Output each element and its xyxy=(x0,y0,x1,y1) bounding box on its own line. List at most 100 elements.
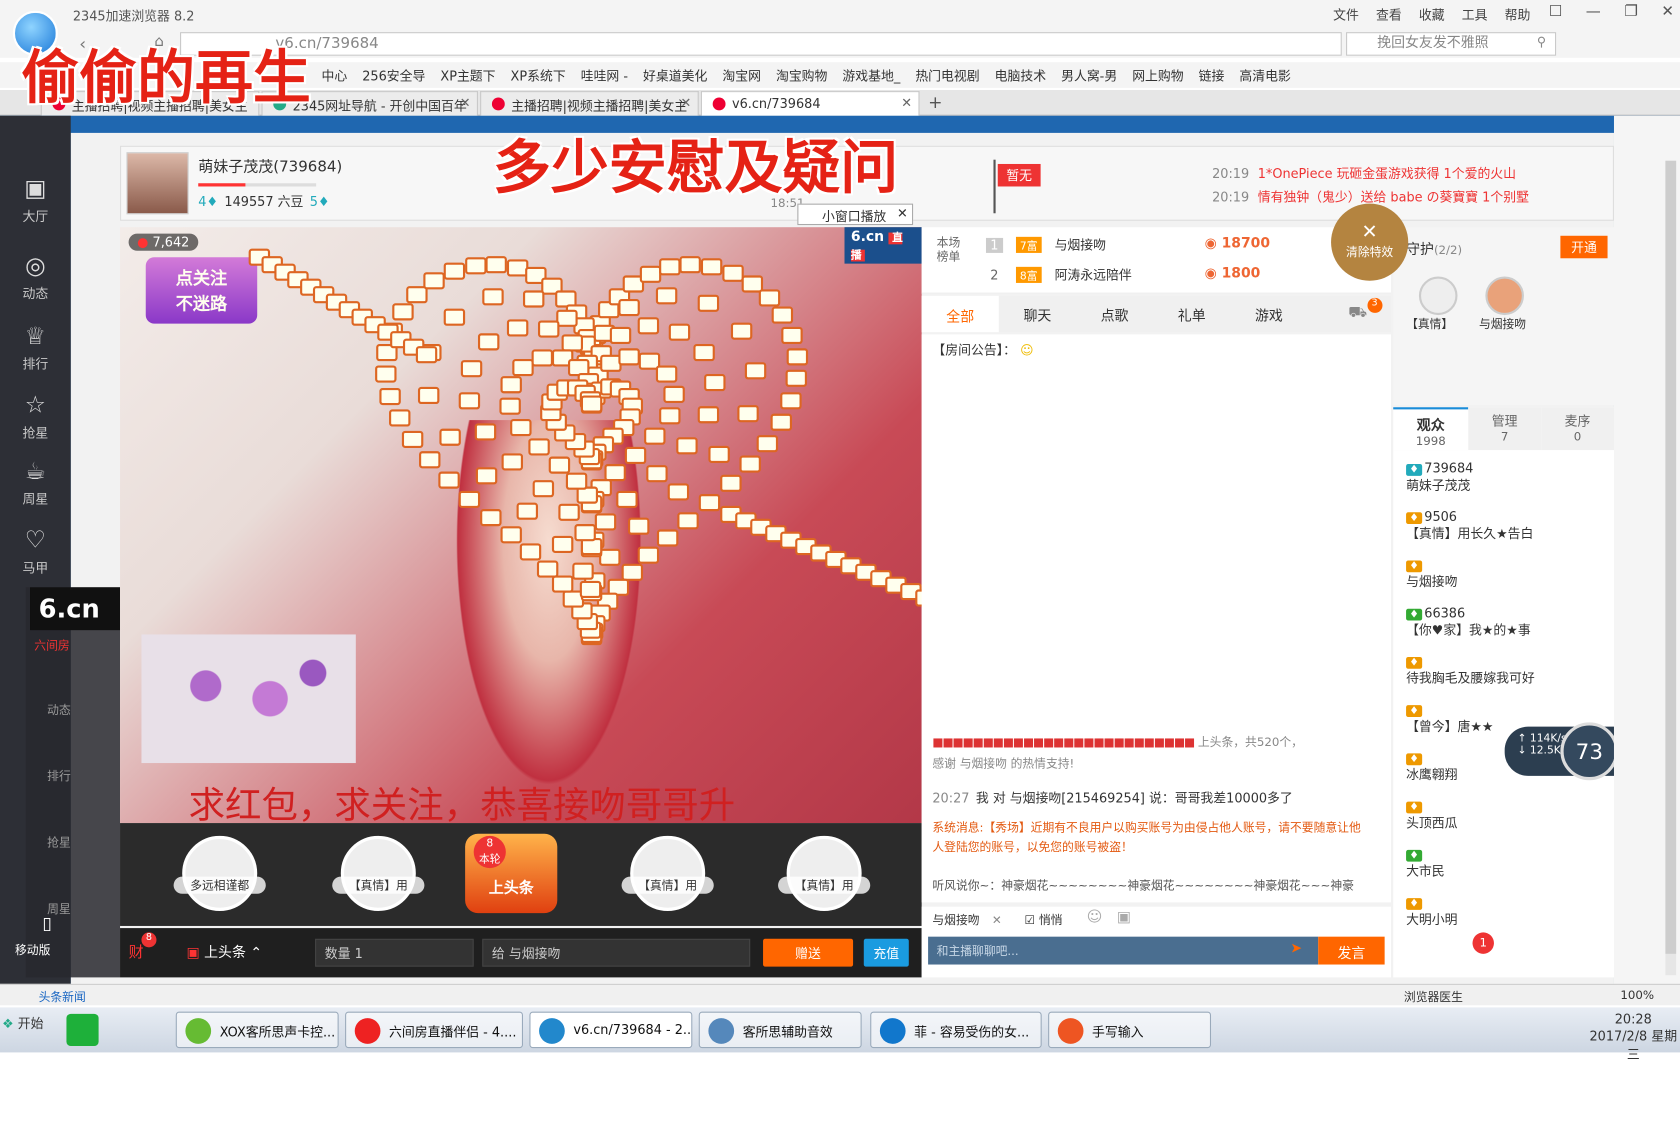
quantity-field[interactable]: 数量 1 xyxy=(315,938,474,967)
mini-nav-item[interactable]: 排行 xyxy=(47,767,71,784)
clear-effects-button[interactable]: ✕ 清除特效 xyxy=(1331,203,1409,281)
nav-rank[interactable]: ♕ 排行 xyxy=(0,324,71,373)
tab-gifts[interactable]: 礼单 xyxy=(1153,304,1230,324)
bookmark-item[interactable]: 网上购物 xyxy=(1132,66,1183,84)
gift-select[interactable]: ▣ 上头条 ⌃ xyxy=(186,941,262,961)
clock[interactable]: 20:28 2017/2/8 星期三 xyxy=(1586,1012,1680,1063)
anchor-avatar[interactable] xyxy=(126,152,189,215)
task-4[interactable]: 客所思辅助音效 xyxy=(698,1011,862,1049)
close-icon[interactable]: ✕ xyxy=(992,913,1002,927)
send-message-button[interactable]: 发言 xyxy=(1318,936,1385,965)
seat-1[interactable] xyxy=(182,835,258,911)
mini-window-button[interactable]: 小窗口播放 ✕ xyxy=(797,203,914,226)
iqiyi-icon[interactable] xyxy=(66,1013,99,1046)
bookmark-item[interactable]: 男人窝-男 xyxy=(1061,66,1117,84)
wallet-icon[interactable]: 财 xyxy=(129,941,144,962)
guard-avatar[interactable] xyxy=(1418,276,1458,316)
mobile-label[interactable]: 移动版 xyxy=(15,941,50,958)
audience-row[interactable]: ♦ 与烟接吻 xyxy=(1406,557,1458,590)
menu-tools[interactable]: 工具 xyxy=(1462,5,1488,23)
doctor-label[interactable]: 浏览器医生 xyxy=(1404,988,1463,1005)
bookmark-item[interactable]: 好桌道美化 xyxy=(643,66,707,84)
audience-row[interactable]: ♦ 大明小明 xyxy=(1406,895,1458,928)
menu-favorites[interactable]: 收藏 xyxy=(1419,5,1445,23)
news-label[interactable]: 头条新闻 xyxy=(39,988,86,1005)
menu-file[interactable]: 文件 xyxy=(1333,5,1359,23)
task-6[interactable]: 手写输入 xyxy=(1048,1011,1212,1049)
mini-nav-item[interactable]: 六间房 xyxy=(34,637,69,654)
nav-weekstar[interactable]: ☕ 周星 xyxy=(0,459,71,508)
url-input[interactable]: v6.cn/739684 xyxy=(180,32,1342,56)
skin-icon[interactable]: ☐ xyxy=(1549,3,1562,20)
bookmark-item[interactable]: 256安全导 xyxy=(362,66,425,84)
recipient-field[interactable]: 给 与烟接吻 xyxy=(482,938,751,967)
nav-vest[interactable]: ♡ 马甲 xyxy=(0,527,71,576)
audience-row[interactable]: ♦ 大市民 xyxy=(1406,847,1445,880)
nav-hall[interactable]: ▣ 大厅 xyxy=(0,176,71,225)
tab-3[interactable]: 主播招聘|视频主播招聘|美女主 ✕ xyxy=(480,91,699,116)
bookmark-item[interactable]: 中心 xyxy=(322,66,348,84)
tab-close-icon[interactable]: ✕ xyxy=(680,95,691,110)
seat-2[interactable] xyxy=(340,835,416,911)
recharge-button[interactable]: 充值 xyxy=(863,938,909,967)
bookmark-item[interactable]: 电脑技术 xyxy=(995,66,1046,84)
emoji-icon[interactable]: ☺ xyxy=(1087,909,1103,926)
audience-row[interactable]: ♦ 66386 【你♥家】我★的★事 xyxy=(1406,606,1531,639)
tab-song[interactable]: 点歌 xyxy=(1076,304,1153,324)
tab-chat[interactable]: 聊天 xyxy=(999,304,1076,324)
tab-close-icon[interactable]: ✕ xyxy=(901,95,912,110)
tab-active[interactable]: v6.cn/739684 ✕ xyxy=(700,91,920,116)
rank-row[interactable]: 1 7富 与烟接吻 xyxy=(985,236,1106,254)
bookmark-item[interactable]: 游戏基地_ xyxy=(842,66,900,84)
live-video[interactable]: ● 7,642 6.cn 直播 点关注 不迷路 求红包，求关注，恭喜接吻哥哥升 xyxy=(120,227,937,827)
minimize-icon[interactable]: — xyxy=(1586,3,1601,20)
image-icon[interactable]: ▣ xyxy=(1117,909,1131,926)
car-icon[interactable]: ⛟ xyxy=(1348,304,1367,323)
task-1[interactable]: XOX客所思声卡控... xyxy=(175,1011,339,1049)
guard-open-button[interactable]: 开通 xyxy=(1560,235,1608,259)
audience-row[interactable]: ♦ 冰鹰翱翔 xyxy=(1406,750,1458,783)
scrollbar-thumb[interactable] xyxy=(1665,160,1677,954)
bookmark-item[interactable]: 高清电影 xyxy=(1239,66,1290,84)
bookmark-item[interactable]: 链接 xyxy=(1199,66,1225,84)
anchor-name[interactable]: 萌妹子茂茂(739684) xyxy=(198,155,342,176)
maximize-icon[interactable]: ❐ xyxy=(1624,3,1637,20)
start-button[interactable]: ❖ 开始 xyxy=(2,1014,43,1032)
scrollbar[interactable] xyxy=(1665,160,1677,976)
mobile-phone-icon[interactable]: ▯ xyxy=(26,913,69,933)
send-gift-button[interactable]: 赠送 xyxy=(763,938,854,967)
task-2[interactable]: 六间房直播伴侣 - 4.... xyxy=(345,1011,523,1049)
to-user-chip[interactable]: 与烟接吻 ✕ xyxy=(932,911,1001,928)
search-icon[interactable]: ⚲ xyxy=(1537,34,1546,49)
audience-row[interactable]: ♦ 9506 【真情】用长久★告白 xyxy=(1406,509,1533,542)
rank-row[interactable]: 2 8富 阿涛永远陪伴 xyxy=(986,266,1132,284)
menu-view[interactable]: 查看 xyxy=(1376,5,1402,23)
bookmark-item[interactable]: 热门电视剧 xyxy=(915,66,979,84)
seat-4[interactable] xyxy=(630,835,706,911)
mini-nav-item[interactable]: 动态 xyxy=(47,701,71,718)
bookmark-item[interactable]: 淘宝网 xyxy=(722,66,761,84)
close-icon[interactable]: ✕ xyxy=(897,206,908,221)
new-tab-icon[interactable]: + xyxy=(928,92,942,112)
tab-all[interactable]: 全部 xyxy=(921,295,999,333)
tab-mic[interactable]: 麦序 0 xyxy=(1541,407,1614,451)
menu-help[interactable]: 帮助 xyxy=(1505,5,1531,23)
bookmark-item[interactable]: XP主题下 xyxy=(440,66,495,84)
cpu-gauge[interactable]: 73 xyxy=(1560,722,1619,781)
guard-avatar[interactable] xyxy=(1485,276,1524,316)
audience-row[interactable]: ♦ 待我胸毛及腰嫁我可好 xyxy=(1406,654,1535,687)
search-input[interactable]: 挽回女友发不雅照 xyxy=(1346,32,1557,56)
task-3[interactable]: v6.cn/739684 - 2... xyxy=(529,1011,693,1049)
audience-row[interactable]: ♦ 739684 萌妹子茂茂 xyxy=(1406,461,1473,494)
bookmark-item[interactable]: 哇哇网 - xyxy=(581,66,628,84)
nav-feed[interactable]: ◎ 动态 xyxy=(0,253,71,302)
close-icon[interactable]: ✕ xyxy=(1661,3,1674,20)
zoom-label[interactable]: 100% xyxy=(1620,988,1654,1002)
bookmark-item[interactable]: XP系统下 xyxy=(511,66,566,84)
task-5[interactable]: 菲 - 容易受伤的女... xyxy=(870,1011,1042,1049)
nav-star[interactable]: ☆ 抢星 xyxy=(0,392,71,441)
seat-5[interactable] xyxy=(786,835,862,911)
tab-games[interactable]: 游戏 xyxy=(1230,304,1307,324)
audience-row[interactable]: ♦ 【曾今】唐★★ xyxy=(1406,702,1493,735)
whisper-checkbox[interactable]: ☑ 悄悄 xyxy=(1025,911,1063,928)
